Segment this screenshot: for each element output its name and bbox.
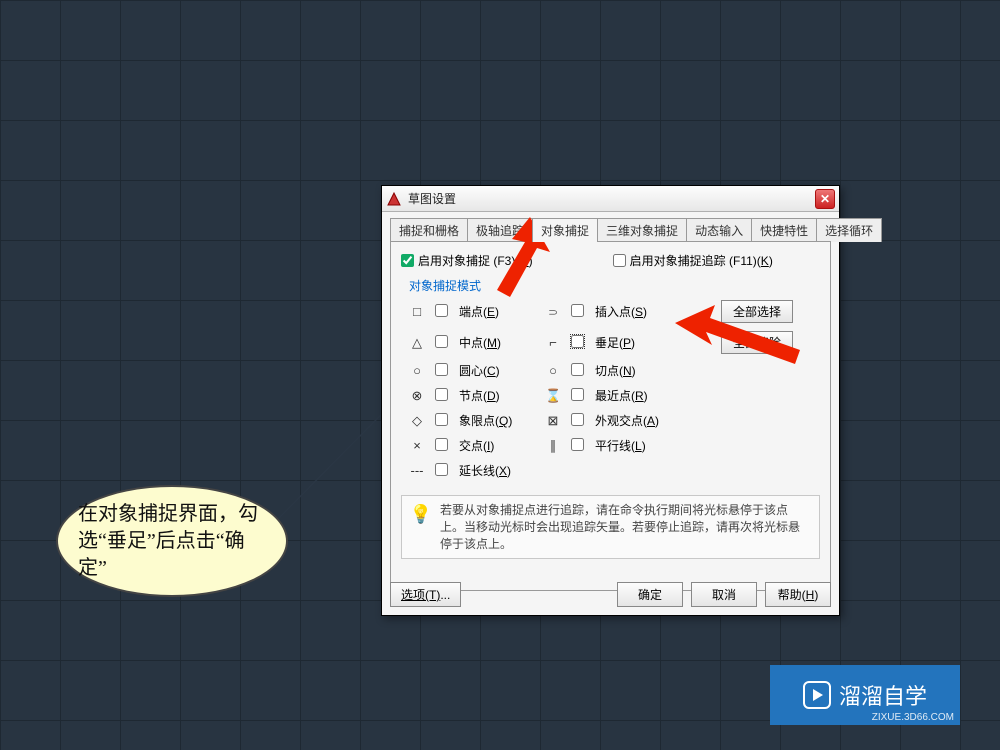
close-icon: ✕ — [820, 192, 830, 206]
snap-label: 象限点(Q) — [459, 412, 539, 429]
snap-check-E[interactable] — [435, 304, 448, 317]
watermark-badge: 溜溜自学 ZIXUE.3D66.COM — [770, 665, 960, 725]
snap-label: 中点(M) — [459, 334, 539, 351]
osnap-modes-group: 对象捕捉模式 □ 端点(E) ⸧ 插入点(S) 全部选择 △ 中点(M) ⌐ 垂足(P) 全部清除… — [401, 273, 820, 487]
help-button[interactable]: 帮助(H) — [765, 582, 831, 607]
snap-label: 插入点(S) — [595, 303, 715, 320]
tab-body: 启用对象捕捉 (F3)(O) 启用对象捕捉追踪 (F11)(K) 对象捕捉模式 … — [390, 241, 831, 591]
snap-check-S[interactable] — [571, 304, 584, 317]
snap-check-R[interactable] — [571, 388, 584, 401]
annotation-text: 在对象捕捉界面，勾选“垂足”后点击“确定” — [78, 501, 266, 582]
snap-check-A[interactable] — [571, 413, 584, 426]
snap-symbol: ⌛ — [545, 388, 561, 404]
snap-symbol: △ — [409, 335, 425, 351]
tab-polar[interactable]: 极轴追踪 — [467, 218, 533, 242]
group-label: 对象捕捉模式 — [409, 277, 812, 294]
snap-label: 切点(N) — [595, 362, 715, 379]
app-icon — [386, 191, 402, 207]
badge-url: ZIXUE.3D66.COM — [872, 712, 954, 723]
snap-label: 交点(I) — [459, 437, 539, 454]
enable-osnap-checkbox[interactable]: 启用对象捕捉 (F3)(O) — [401, 252, 533, 269]
tab-osnap3d[interactable]: 三维对象捕捉 — [597, 218, 687, 242]
tab-snap-grid[interactable]: 捕捉和栅格 — [390, 218, 468, 242]
bulb-icon: 💡 — [410, 502, 432, 552]
snap-label: 延长线(X) — [459, 462, 539, 479]
snap-label: 圆心(C) — [459, 362, 539, 379]
snap-symbol: × — [409, 438, 425, 453]
tab-quick-props[interactable]: 快捷特性 — [751, 218, 817, 242]
snap-check-P[interactable] — [571, 335, 584, 348]
select-all-button[interactable]: 全部选择 — [721, 300, 793, 323]
snap-label: 端点(E) — [459, 303, 539, 320]
snap-check-X[interactable] — [435, 463, 448, 476]
snap-check-I[interactable] — [435, 438, 448, 451]
snap-label: 平行线(L) — [595, 437, 715, 454]
snap-symbol: ◇ — [409, 413, 425, 429]
badge-name: 溜溜自学 — [839, 679, 927, 711]
tab-dyn-input[interactable]: 动态输入 — [686, 218, 752, 242]
snap-check-N[interactable] — [571, 363, 584, 376]
snap-check-Q[interactable] — [435, 413, 448, 426]
snap-symbol: ⊠ — [545, 413, 561, 429]
snap-symbol: ⌐ — [545, 335, 561, 350]
snap-label: 垂足(P) — [595, 334, 715, 351]
ok-button[interactable]: 确定 — [617, 582, 683, 607]
play-icon — [803, 681, 831, 709]
snap-symbol: ⊗ — [409, 388, 425, 404]
options-label: 选项(T)... — [401, 588, 450, 602]
snap-label: 节点(D) — [459, 387, 539, 404]
snap-label: 外观交点(A) — [595, 412, 715, 429]
snap-symbol: □ — [409, 304, 425, 319]
annotation-ellipse: 在对象捕捉界面，勾选“垂足”后点击“确定” — [56, 485, 288, 597]
dialog-title: 草图设置 — [408, 190, 809, 207]
snap-symbol: ○ — [409, 363, 425, 378]
cancel-button[interactable]: 取消 — [691, 582, 757, 607]
hint-text: 若要从对象捕捉点进行追踪，请在命令执行期间将光标悬停于该点上。当移动光标时会出现… — [440, 502, 811, 552]
snap-check-D[interactable] — [435, 388, 448, 401]
snap-check-M[interactable] — [435, 335, 448, 348]
clear-all-button[interactable]: 全部清除 — [721, 331, 793, 354]
drafting-settings-dialog: 草图设置 ✕ 捕捉和栅格 极轴追踪 对象捕捉 三维对象捕捉 动态输入 快捷特性 … — [381, 185, 840, 616]
snap-check-C[interactable] — [435, 363, 448, 376]
enable-track-checkbox[interactable]: 启用对象捕捉追踪 (F11)(K) — [613, 252, 773, 269]
snap-symbol: --- — [409, 463, 425, 478]
snap-symbol: ∥ — [545, 438, 561, 454]
snap-label: 最近点(R) — [595, 387, 715, 404]
snap-symbol: ⸧ — [545, 303, 561, 321]
close-button[interactable]: ✕ — [815, 189, 835, 209]
tab-osnap[interactable]: 对象捕捉 — [532, 218, 598, 242]
snap-check-L[interactable] — [571, 438, 584, 451]
dialog-button-row: 选项(T)... 确定 取消 帮助(H) — [390, 582, 831, 607]
titlebar: 草图设置 ✕ — [382, 186, 839, 212]
tab-strip: 捕捉和栅格 极轴追踪 对象捕捉 三维对象捕捉 动态输入 快捷特性 选择循环 — [382, 212, 839, 242]
tab-cycle[interactable]: 选择循环 — [816, 218, 882, 242]
snap-symbol: ○ — [545, 363, 561, 378]
hint-box: 💡 若要从对象捕捉点进行追踪，请在命令执行期间将光标悬停于该点上。当移动光标时会… — [401, 495, 820, 559]
options-button[interactable]: 选项(T)... — [390, 582, 461, 607]
